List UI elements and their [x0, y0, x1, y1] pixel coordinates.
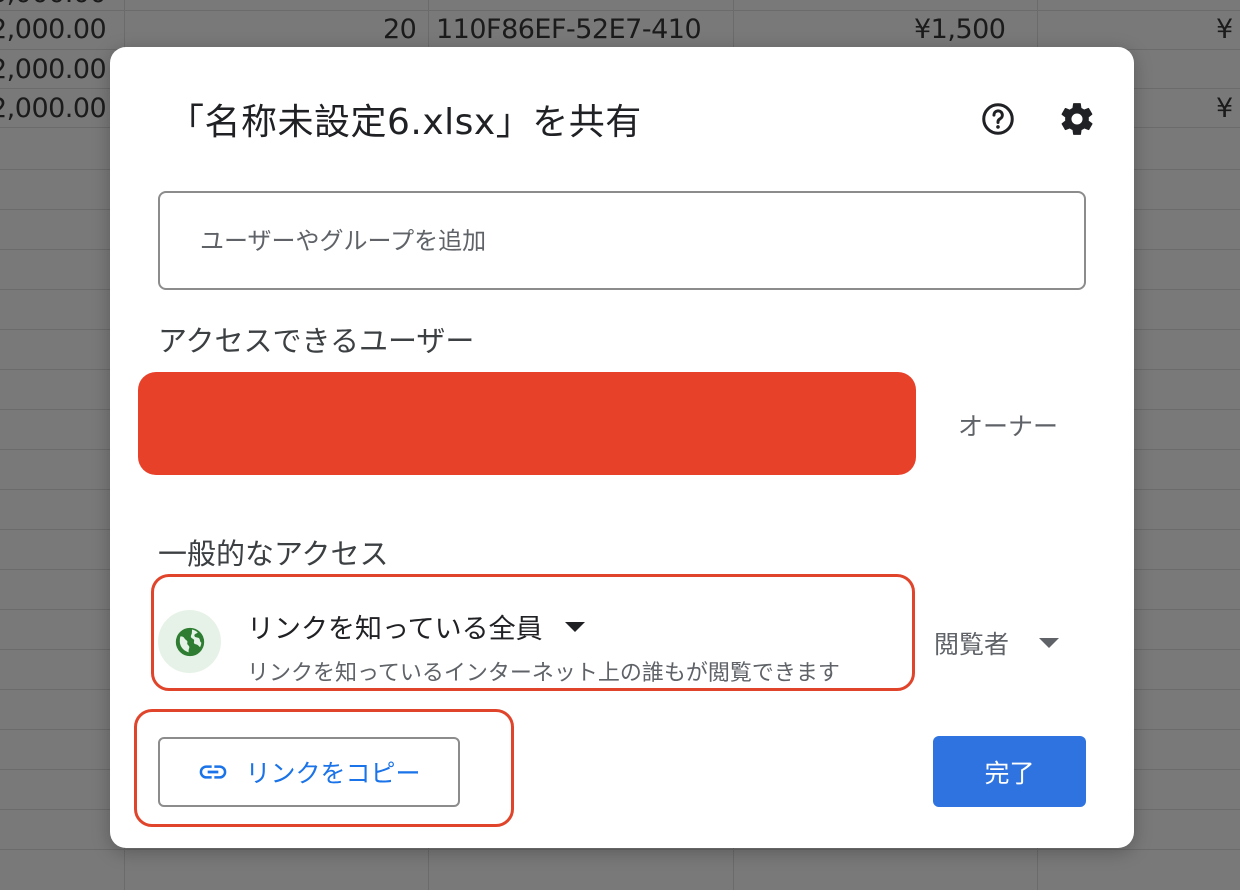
general-access-heading: 一般的なアクセス: [158, 537, 389, 571]
sheet-cell[interactable]: 20: [383, 14, 417, 45]
general-access-selected: リンクを知っている全員: [247, 614, 543, 645]
general-access-dropdown[interactable]: リンクを知っている全員: [247, 607, 585, 646]
globe-icon: [175, 627, 204, 656]
sheet-cell[interactable]: ¥: [1216, 93, 1233, 124]
link-icon: [200, 765, 227, 779]
help-circle-icon: [982, 103, 1014, 135]
sheet-cell[interactable]: ¥1,500: [914, 14, 1006, 45]
gear-icon: [1061, 103, 1093, 135]
owner-role-label: オーナー: [958, 412, 1059, 441]
sheet-cell[interactable]: ¥: [1216, 14, 1233, 45]
row-divider: [0, 849, 1240, 850]
done-button[interactable]: 完了: [933, 736, 1086, 807]
globe-icon-badge: [158, 610, 221, 673]
sheet-cell[interactable]: 2,000.00: [0, 54, 107, 85]
redacted-owner-account: [138, 372, 916, 475]
help-button[interactable]: [976, 97, 1020, 141]
share-dialog: 「名称未設定6.xlsx」を共有 アクセスできるユーザー オーナー 一般的なアク…: [110, 47, 1134, 848]
dialog-title: 「名称未設定6.xlsx」を共有: [168, 102, 642, 143]
general-access-description: リンクを知っているインターネット上の誰もが閲覧できます: [247, 661, 840, 686]
row-divider: [0, 10, 1240, 11]
copy-link-label: リンクをコピー: [245, 759, 421, 788]
sheet-cell[interactable]: 110F86EF-52E7-410: [436, 14, 732, 45]
chevron-down-icon: [564, 621, 585, 632]
link-role-dropdown[interactable]: 閲覧者: [934, 625, 1060, 661]
sheet-cell[interactable]: 3,000.00: [0, 0, 107, 9]
add-people-input[interactable]: [158, 191, 1086, 290]
sheet-cell[interactable]: 2,000.00: [0, 93, 107, 124]
done-label: 完了: [984, 758, 1035, 788]
link-role-selected: 閲覧者: [934, 630, 1010, 659]
sheet-cell[interactable]: 2,000.00: [0, 14, 107, 45]
chevron-down-icon: [1039, 638, 1060, 648]
copy-link-button[interactable]: リンクをコピー: [158, 737, 460, 807]
settings-button[interactable]: [1055, 97, 1099, 141]
people-with-access-heading: アクセスできるユーザー: [158, 324, 475, 358]
